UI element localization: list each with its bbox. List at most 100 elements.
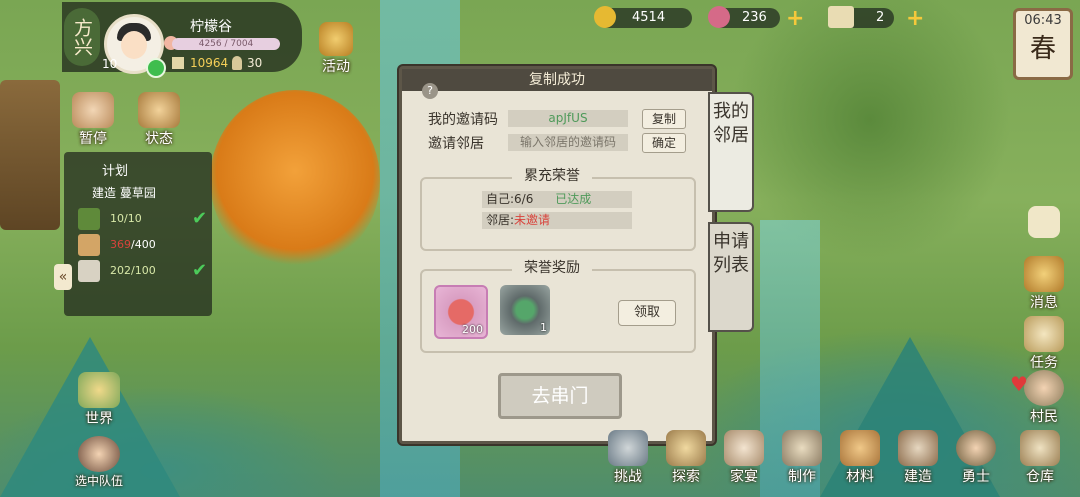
tab-my-neighbors[interactable]: 我的邻居 — [708, 92, 754, 212]
world-button[interactable]: 世界 — [64, 372, 134, 428]
self-status: 已达成 — [555, 192, 592, 206]
heart-icon: ♥ — [1010, 372, 1028, 396]
warrior-button[interactable]: 勇士 — [948, 430, 1004, 494]
plan-row: 10/10 ✔ — [78, 208, 208, 230]
season-clock[interactable]: 06:43 春 — [1013, 8, 1073, 80]
activity-button[interactable]: 活动 — [314, 22, 358, 75]
gem-value: 236 — [742, 10, 767, 25]
materials-button[interactable]: 材料 — [832, 430, 888, 494]
copper-coin-icon — [594, 6, 616, 28]
team-select-button[interactable]: 选中队伍 — [64, 436, 134, 496]
honor-title: 累充荣誉 — [512, 167, 592, 185]
explore-label: 探索 — [672, 469, 700, 485]
reward-count: 1 — [540, 321, 547, 334]
add-ticket-button[interactable]: + — [906, 6, 924, 31]
explore-button[interactable]: 探索 — [658, 430, 714, 494]
plan-row-value-short: 369 — [110, 238, 131, 251]
warehouse-button[interactable]: 仓库 — [1012, 430, 1068, 494]
self-progress: 自己:6/6 — [486, 192, 534, 206]
challenge-label: 挑战 — [614, 469, 642, 485]
build-label: 建造 — [904, 469, 932, 485]
reward-count: 200 — [462, 323, 483, 336]
stone-icon — [78, 260, 100, 282]
lantern-icon — [319, 22, 353, 56]
player-population: 30 — [247, 56, 263, 70]
invite-label: 邀请邻居 — [428, 136, 484, 152]
craft-label: 制作 — [788, 469, 816, 485]
invite-code-input[interactable]: 输入邻居的邀请码 — [508, 134, 628, 151]
self-progress-row: 自己:6/6 已达成 — [482, 191, 632, 208]
challenge-button[interactable]: 挑战 — [600, 430, 656, 494]
confirm-button[interactable]: 确定 — [642, 133, 686, 153]
add-gem-button[interactable]: + — [786, 6, 804, 31]
pause-label: 暂停 — [79, 131, 107, 147]
flower-token-icon[interactable]: 200 — [434, 285, 488, 339]
copper-resource: 4514 — [594, 6, 692, 28]
wood-plank-icon — [78, 234, 100, 256]
building-icon — [138, 92, 180, 128]
villager-label: 村民 — [1030, 409, 1058, 425]
plan-row-value: 369/400 — [110, 238, 156, 251]
message-button[interactable]: 消息 — [1016, 256, 1072, 316]
flower-gem-icon — [708, 6, 730, 28]
hammer-icon — [898, 430, 938, 466]
build-button[interactable]: 建造 — [890, 430, 946, 494]
ticket-icon — [828, 6, 854, 28]
check-icon: ✔ — [192, 260, 208, 281]
neighbor-progress-row: 邻居:未邀请 — [482, 212, 632, 229]
orange-tree[interactable] — [210, 90, 380, 270]
warehouse-label: 仓库 — [1026, 469, 1054, 485]
plan-row-value-rest: /400 — [131, 238, 156, 251]
clock-time: 06:43 — [1024, 13, 1062, 28]
my-code-label: 我的邀请码 — [428, 112, 498, 128]
pause-button[interactable]: 暂停 — [58, 92, 128, 148]
invite-dialog: 复制成功 ? 我的邀请码 apJfUS 复制 邀请邻居 输入邻居的邀请码 确定 … — [399, 66, 715, 444]
flower-menu-icon — [1028, 206, 1060, 238]
warehouse-icon — [1020, 430, 1060, 466]
wood-icon — [840, 430, 880, 466]
gem-resource: 236 — [708, 6, 780, 28]
collapse-plan-button[interactable]: « — [54, 264, 72, 290]
feast-button[interactable]: 家宴 — [716, 430, 772, 494]
sapling-icon — [78, 208, 100, 230]
player-level: 10 — [102, 57, 118, 71]
population-icon — [232, 56, 242, 70]
plan-row: 369/400 — [78, 234, 208, 256]
hand-icon — [72, 92, 114, 128]
plan-row-value: 10/10 — [110, 212, 142, 225]
explore-map-icon — [666, 430, 706, 466]
wooden-house[interactable] — [0, 80, 60, 230]
tab-applications[interactable]: 申请列表 — [708, 222, 754, 332]
task-label: 任务 — [1030, 355, 1058, 371]
status-label: 状态 — [145, 131, 173, 147]
craft-button[interactable]: 制作 — [774, 430, 830, 494]
plan-panel[interactable]: 计划 建造 蔓草园 10/10 ✔ 369/400 202/100 ✔ — [64, 152, 212, 316]
dialog-title: 复制成功 — [402, 69, 712, 91]
plan-title: 计划 — [102, 164, 129, 179]
world-map-icon — [78, 372, 120, 408]
claim-button[interactable]: 领取 — [618, 300, 676, 326]
plan-task: 建造 蔓草园 — [92, 186, 156, 200]
activity-label: 活动 — [322, 59, 350, 75]
jade-stone-icon[interactable]: 1 — [500, 285, 550, 335]
visit-neighbor-button[interactable]: 去串门 — [498, 373, 622, 419]
check-icon: ✔ — [192, 208, 208, 229]
plan-row-value: 202/100 — [110, 264, 156, 277]
task-button[interactable]: 任务 — [1016, 316, 1072, 376]
player-name: 柠檬谷 — [190, 19, 232, 35]
help-icon[interactable]: ? — [422, 83, 438, 99]
bowl-icon — [724, 430, 764, 466]
copy-button[interactable]: 复制 — [642, 109, 686, 129]
villager-icon — [1024, 370, 1064, 406]
team-label: 选中队伍 — [74, 474, 123, 488]
status-button[interactable]: 状态 — [124, 92, 194, 148]
reward-title: 荣誉奖励 — [512, 259, 592, 277]
ticket-resource: 2 — [828, 6, 894, 28]
craft-tools-icon — [782, 430, 822, 466]
neighbor-label: 邻居: — [486, 213, 515, 227]
player-coins: 10964 — [190, 56, 229, 70]
expand-menu-button[interactable] — [1016, 206, 1072, 246]
warrior-label: 勇士 — [962, 469, 990, 485]
warrior-icon — [956, 430, 996, 466]
weapon-icon — [608, 430, 648, 466]
